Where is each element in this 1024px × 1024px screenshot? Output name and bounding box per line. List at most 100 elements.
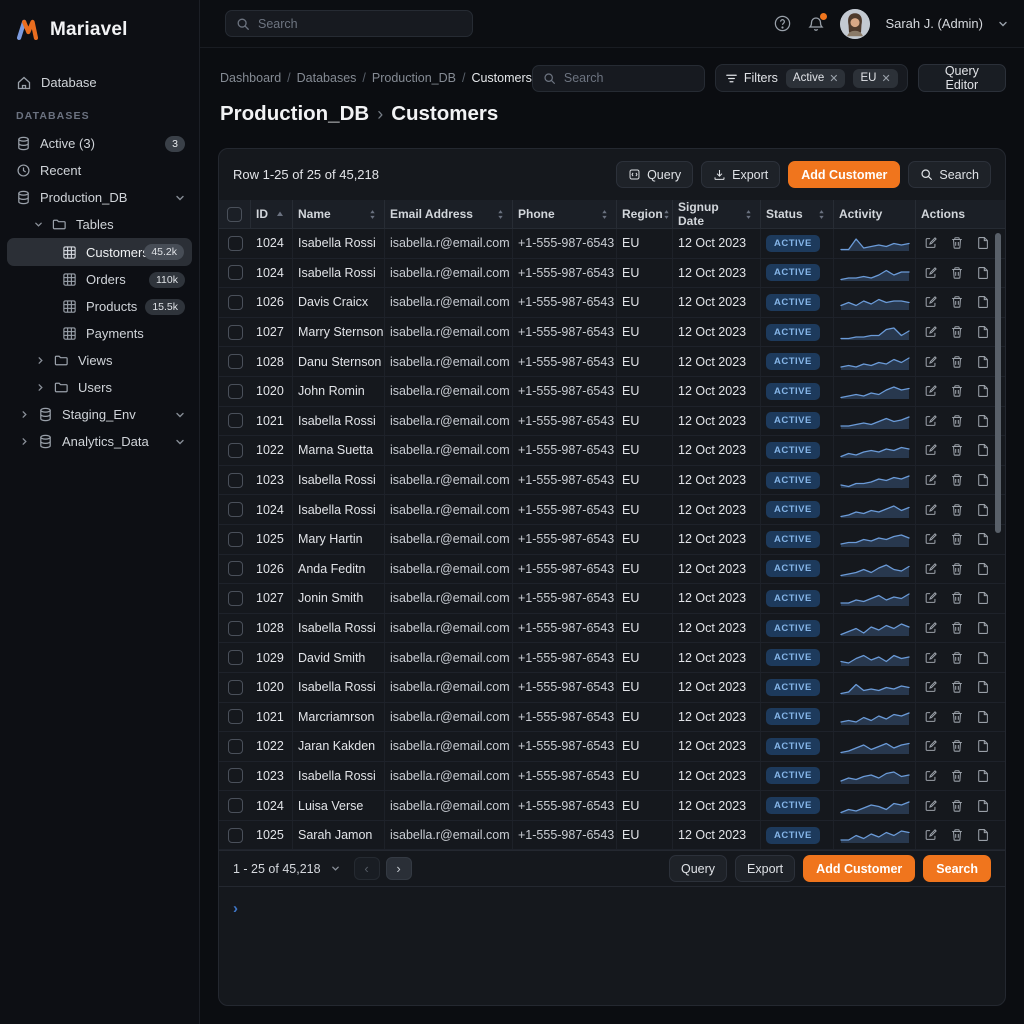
column-header-signup-date[interactable]: Signup Date — [673, 200, 761, 228]
expand-panel-chevron-icon[interactable]: › — [233, 900, 238, 917]
table-scrollbar[interactable] — [995, 233, 1001, 533]
sidebar-item-payments[interactable]: Payments — [0, 320, 199, 347]
row-checkbox[interactable] — [219, 466, 251, 495]
table-row[interactable]: 1026 Davis Craicx isabella.r@email.com +… — [219, 288, 1005, 318]
row-checkbox[interactable] — [219, 821, 251, 850]
table-row[interactable]: 1027 Jonin Smith isabella.r@email.com +1… — [219, 584, 1005, 614]
prev-page-button[interactable]: ‹ — [354, 857, 380, 880]
sort-asc-icon[interactable] — [276, 211, 284, 217]
table-row[interactable]: 1026 Anda Feditn isabella.r@email.com +1… — [219, 555, 1005, 585]
document-icon[interactable] — [976, 414, 990, 428]
delete-icon[interactable] — [950, 591, 964, 605]
table-row[interactable]: 1025 Mary Hartin isabella.r@email.com +1… — [219, 525, 1005, 555]
edit-icon[interactable] — [924, 680, 938, 694]
row-checkbox[interactable] — [219, 525, 251, 554]
document-icon[interactable] — [976, 266, 990, 280]
delete-icon[interactable] — [950, 355, 964, 369]
document-icon[interactable] — [976, 443, 990, 457]
table-row[interactable]: 1021 Marcriamrson isabella.r@email.com +… — [219, 703, 1005, 733]
row-checkbox[interactable] — [219, 762, 251, 791]
edit-icon[interactable] — [924, 591, 938, 605]
sort-icon[interactable] — [497, 209, 504, 220]
row-checkbox[interactable] — [219, 673, 251, 702]
delete-icon[interactable] — [950, 651, 964, 665]
sidebar-item-staging-env[interactable]: Staging_Env — [0, 401, 199, 428]
chevron-down-icon[interactable] — [175, 193, 185, 203]
document-icon[interactable] — [976, 325, 990, 339]
delete-icon[interactable] — [950, 443, 964, 457]
edit-icon[interactable] — [924, 739, 938, 753]
delete-icon[interactable] — [950, 710, 964, 724]
sidebar-item-active[interactable]: Active (3) 3 — [0, 130, 199, 157]
document-icon[interactable] — [976, 591, 990, 605]
breadcrumb-item[interactable]: Production_DB — [372, 71, 456, 85]
row-checkbox[interactable] — [219, 377, 251, 406]
edit-icon[interactable] — [924, 295, 938, 309]
delete-icon[interactable] — [950, 532, 964, 546]
table-row[interactable]: 1029 David Smith isabella.r@email.com +1… — [219, 643, 1005, 673]
search-button[interactable]: Search — [908, 161, 991, 188]
chevron-down-icon[interactable] — [175, 410, 185, 420]
query-button-bottom[interactable]: Query — [669, 855, 727, 882]
chevron-down-icon[interactable] — [331, 864, 340, 873]
delete-icon[interactable] — [950, 562, 964, 576]
delete-icon[interactable] — [950, 266, 964, 280]
document-icon[interactable] — [976, 532, 990, 546]
edit-icon[interactable] — [924, 769, 938, 783]
row-checkbox[interactable] — [219, 229, 251, 258]
edit-icon[interactable] — [924, 562, 938, 576]
breadcrumb-item[interactable]: Dashboard — [220, 71, 281, 85]
table-row[interactable]: 1028 Isabella Rossi isabella.r@email.com… — [219, 614, 1005, 644]
export-button-bottom[interactable]: Export — [735, 855, 795, 882]
edit-icon[interactable] — [924, 828, 938, 842]
edit-icon[interactable] — [924, 710, 938, 724]
document-icon[interactable] — [976, 295, 990, 309]
document-icon[interactable] — [976, 769, 990, 783]
sort-icon[interactable] — [818, 209, 825, 220]
document-icon[interactable] — [976, 384, 990, 398]
column-header-name[interactable]: Name — [293, 200, 385, 228]
row-checkbox[interactable] — [219, 555, 251, 584]
sort-icon[interactable] — [369, 209, 376, 220]
edit-icon[interactable] — [924, 799, 938, 813]
table-search-input[interactable] — [564, 71, 694, 85]
filter-chip-eu[interactable]: EU✕ — [853, 69, 897, 88]
delete-icon[interactable] — [950, 799, 964, 813]
edit-icon[interactable] — [924, 355, 938, 369]
row-checkbox[interactable] — [219, 584, 251, 613]
next-page-button[interactable]: › — [386, 857, 412, 880]
help-icon[interactable] — [773, 14, 792, 33]
table-row[interactable]: 1024 Isabella Rossi isabella.r@email.com… — [219, 229, 1005, 259]
sidebar-item-production-db[interactable]: Production_DB — [0, 184, 199, 211]
table-row[interactable]: 1027 Marry Sternson isabella.r@email.com… — [219, 318, 1005, 348]
global-search-input[interactable] — [258, 17, 462, 31]
document-icon[interactable] — [976, 828, 990, 842]
query-editor-button[interactable]: Query Editor — [918, 64, 1006, 92]
column-header-status[interactable]: Status — [761, 200, 834, 228]
table-row[interactable]: 1021 Isabella Rossi isabella.r@email.com… — [219, 407, 1005, 437]
table-row[interactable]: 1023 Isabella Rossi isabella.r@email.com… — [219, 466, 1005, 496]
edit-icon[interactable] — [924, 443, 938, 457]
document-icon[interactable] — [976, 651, 990, 665]
delete-icon[interactable] — [950, 503, 964, 517]
table-row[interactable]: 1028 Danu Sternson isabella.r@email.com … — [219, 347, 1005, 377]
document-icon[interactable] — [976, 799, 990, 813]
row-checkbox[interactable] — [219, 791, 251, 820]
query-button[interactable]: Query — [616, 161, 693, 188]
global-search[interactable] — [225, 10, 473, 37]
document-icon[interactable] — [976, 621, 990, 635]
document-icon[interactable] — [976, 355, 990, 369]
column-header-activity[interactable]: Activity — [834, 200, 916, 228]
chevron-down-icon[interactable] — [175, 437, 185, 447]
edit-icon[interactable] — [924, 503, 938, 517]
column-header-region[interactable]: Region — [617, 200, 673, 228]
close-icon[interactable]: ✕ — [881, 72, 890, 85]
delete-icon[interactable] — [950, 325, 964, 339]
breadcrumb-item[interactable]: Databases — [297, 71, 357, 85]
edit-icon[interactable] — [924, 414, 938, 428]
avatar[interactable] — [840, 9, 870, 39]
table-row[interactable]: 1024 Isabella Rossi isabella.r@email.com… — [219, 495, 1005, 525]
sidebar-item-views[interactable]: Views — [0, 347, 199, 374]
row-checkbox[interactable] — [219, 614, 251, 643]
table-row[interactable]: 1023 Isabella Rossi isabella.r@email.com… — [219, 762, 1005, 792]
